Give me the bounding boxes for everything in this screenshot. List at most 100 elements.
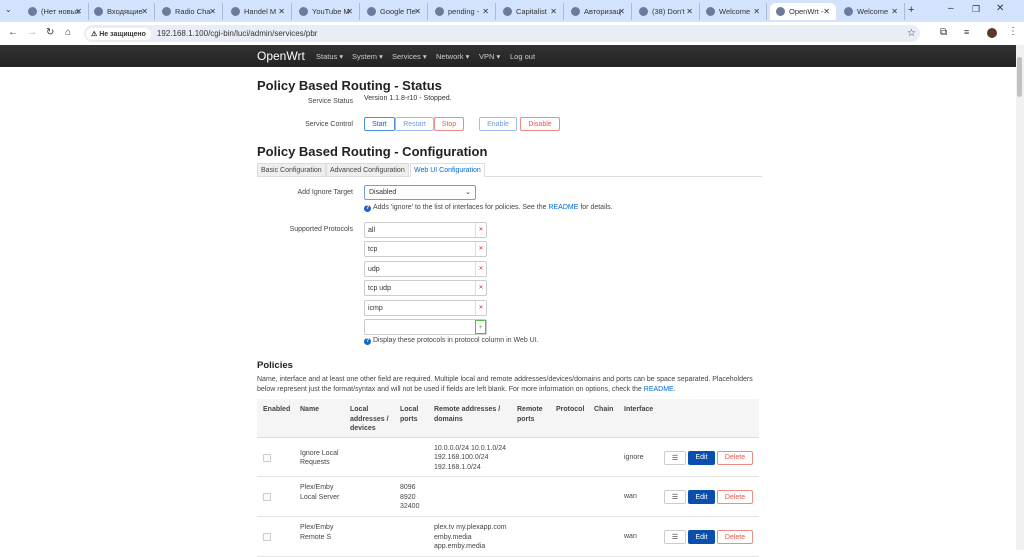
close-tab-icon[interactable]: ✕ bbox=[891, 7, 898, 16]
close-tab-icon[interactable]: ✕ bbox=[346, 7, 353, 16]
browser-tab[interactable]: Handel M ✕ bbox=[225, 3, 292, 20]
home-icon[interactable]: ⌂ bbox=[65, 27, 71, 38]
close-tab-icon[interactable]: ✕ bbox=[141, 7, 148, 16]
close-tab-icon[interactable]: ✕ bbox=[278, 7, 285, 16]
favicon-icon bbox=[435, 7, 444, 16]
browser-tab[interactable]: YouTube M ✕ bbox=[293, 3, 360, 20]
browser-tab[interactable]: OpenWrt - ✕ bbox=[770, 3, 836, 20]
favicon-icon bbox=[28, 7, 37, 16]
browser-tab[interactable]: Google Пе ✕ bbox=[361, 3, 428, 20]
readme-link[interactable]: README bbox=[548, 204, 578, 211]
close-tab-icon[interactable]: ✕ bbox=[618, 7, 625, 16]
drag-handle-button[interactable]: ☰ bbox=[664, 490, 686, 504]
enabled-checkbox[interactable] bbox=[263, 453, 271, 462]
enabled-checkbox[interactable] bbox=[263, 493, 271, 501]
close-tab-icon[interactable]: ✕ bbox=[414, 7, 421, 16]
omnibox[interactable]: ⚠ Не защищено 192.168.1.100/cgi-bin/luci… bbox=[84, 25, 920, 42]
nav-logout[interactable]: Log out bbox=[510, 52, 535, 61]
browser-tab[interactable]: pending - ✕ bbox=[429, 3, 496, 20]
nav-vpn[interactable]: VPN ▾ bbox=[479, 52, 500, 61]
favicon-icon bbox=[503, 7, 512, 16]
drag-handle-button[interactable]: ☰ bbox=[664, 450, 686, 465]
menu-icon[interactable]: ⋮ bbox=[1008, 26, 1018, 37]
policy-interface: wan bbox=[624, 533, 637, 540]
close-tab-icon[interactable]: ✕ bbox=[753, 7, 760, 16]
protocol-entry[interactable]: all ✕ bbox=[364, 222, 487, 238]
service-control-label: Service Control bbox=[305, 121, 353, 128]
remove-icon[interactable]: ✕ bbox=[475, 261, 486, 276]
readme-link[interactable]: README bbox=[644, 386, 674, 393]
luci-navbar: OpenWrt Status ▾ System ▾ Services ▾ Net… bbox=[0, 45, 1016, 67]
favicon-icon bbox=[94, 7, 103, 16]
forward-icon[interactable]: → bbox=[27, 27, 37, 38]
col-protocol: Protocol bbox=[556, 406, 585, 413]
browser-tab[interactable]: Авторизац ✕ bbox=[565, 3, 632, 20]
disable-button[interactable]: Disable bbox=[520, 117, 560, 131]
new-tab-button[interactable]: + bbox=[908, 4, 914, 16]
edit-button[interactable]: Edit bbox=[688, 490, 715, 504]
close-tab-icon[interactable]: ✕ bbox=[482, 7, 489, 16]
close-tab-icon[interactable]: ✕ bbox=[686, 7, 693, 16]
add-icon[interactable]: + bbox=[475, 320, 486, 334]
edit-button[interactable]: Edit bbox=[688, 530, 715, 544]
close-tab-icon[interactable]: ✕ bbox=[550, 7, 557, 16]
remove-icon[interactable]: ✕ bbox=[475, 223, 486, 237]
restart-button[interactable]: Restart bbox=[395, 117, 434, 131]
enable-button[interactable]: Enable bbox=[479, 117, 517, 131]
stop-button[interactable]: Stop bbox=[434, 117, 464, 131]
nav-status[interactable]: Status ▾ bbox=[316, 52, 343, 61]
policies-table-header: Enabled Name Local addresses / devices L… bbox=[257, 399, 759, 438]
back-icon[interactable]: ← bbox=[8, 27, 18, 38]
browser-tab[interactable]: Radio Cha ✕ bbox=[156, 3, 223, 20]
edit-button[interactable]: Edit bbox=[688, 450, 715, 465]
delete-button[interactable]: Delete bbox=[717, 450, 753, 465]
col-local-addresses: Local addresses / devices bbox=[350, 406, 389, 432]
restore-button[interactable]: ❐ bbox=[972, 4, 980, 15]
nav-network[interactable]: Network ▾ bbox=[436, 52, 469, 61]
col-enabled: Enabled bbox=[263, 406, 291, 413]
config-title: Policy Based Routing - Configuration bbox=[257, 144, 488, 159]
nav-system[interactable]: System ▾ bbox=[352, 52, 383, 61]
tab-web-ui-configuration[interactable]: Web UI Configuration bbox=[410, 163, 485, 177]
close-tab-icon[interactable]: ✕ bbox=[75, 7, 82, 16]
tab-search-button[interactable]: ⌄ bbox=[5, 5, 12, 14]
ignore-target-select[interactable]: Disabled ⌄ bbox=[364, 185, 476, 200]
remove-icon[interactable]: ✕ bbox=[475, 300, 486, 315]
enabled-checkbox[interactable] bbox=[263, 533, 271, 541]
extensions-icon[interactable]: ⧉ bbox=[940, 27, 947, 38]
close-tab-icon[interactable]: ✕ bbox=[209, 7, 216, 16]
protocol-new-input[interactable]: + bbox=[364, 319, 487, 335]
close-window-button[interactable]: ✕ bbox=[996, 3, 1004, 14]
browser-tab[interactable]: Capitalist ✕ bbox=[497, 3, 564, 20]
brand-logo[interactable]: OpenWrt bbox=[257, 49, 305, 63]
remove-icon[interactable]: ✕ bbox=[475, 242, 486, 257]
browser-tab[interactable]: Входящие ✕ bbox=[88, 3, 155, 20]
protocol-entry[interactable]: tcp udp ✕ bbox=[364, 280, 487, 297]
browser-tab[interactable]: Welcome ✕ bbox=[700, 3, 767, 20]
reload-icon[interactable]: ↻ bbox=[46, 27, 54, 38]
remove-icon[interactable]: ✕ bbox=[475, 281, 486, 296]
drag-handle-button[interactable]: ☰ bbox=[664, 530, 686, 544]
media-icon[interactable]: ≡ bbox=[964, 27, 969, 37]
bookmark-star-icon[interactable]: ☆ bbox=[907, 28, 916, 39]
chevron-down-icon: ⌄ bbox=[465, 189, 471, 196]
page-scrollbar[interactable] bbox=[1016, 45, 1024, 550]
col-chain: Chain bbox=[594, 406, 614, 413]
protocol-entry[interactable]: tcp ✕ bbox=[364, 241, 487, 258]
browser-tab[interactable]: (Нет новых ✕ bbox=[22, 3, 89, 20]
security-indicator[interactable]: ⚠ Не защищено bbox=[86, 27, 151, 40]
avatar[interactable] bbox=[987, 28, 997, 38]
delete-button[interactable]: Delete bbox=[717, 490, 753, 504]
tab-advanced-configuration[interactable]: Advanced Configuration bbox=[326, 163, 409, 177]
favicon-icon bbox=[571, 7, 580, 16]
nav-services[interactable]: Services ▾ bbox=[392, 52, 427, 61]
minimize-button[interactable]: – bbox=[948, 3, 954, 14]
browser-tab[interactable]: (38) Don't ✕ bbox=[633, 3, 700, 20]
tab-basic-configuration[interactable]: Basic Configuration bbox=[257, 163, 326, 177]
protocol-entry[interactable]: icmp ✕ bbox=[364, 299, 487, 316]
start-button[interactable]: Start bbox=[364, 117, 395, 131]
browser-tab[interactable]: Welcome ✕ bbox=[838, 3, 905, 20]
delete-button[interactable]: Delete bbox=[717, 530, 753, 544]
close-tab-icon[interactable]: ✕ bbox=[823, 7, 830, 16]
protocol-entry[interactable]: udp ✕ bbox=[364, 260, 487, 277]
